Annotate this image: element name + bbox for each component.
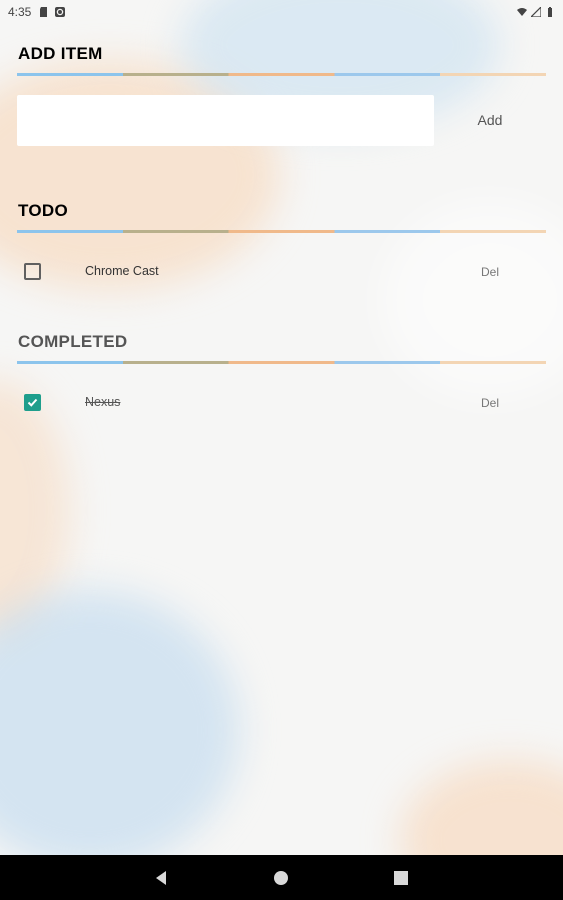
completed-divider xyxy=(17,361,546,364)
wifi-icon xyxy=(517,8,527,16)
todo-item-row: Chrome Cast Del xyxy=(0,251,563,291)
todo-divider xyxy=(17,230,546,233)
todo-checkbox[interactable] xyxy=(24,263,41,280)
todo-item-label: Chrome Cast xyxy=(85,264,159,278)
add-item-divider xyxy=(17,73,546,76)
sync-icon xyxy=(55,7,66,17)
new-item-input[interactable] xyxy=(17,95,434,146)
todo-heading: TODO xyxy=(18,201,69,220)
sd-card-icon xyxy=(40,7,48,17)
completed-heading: COMPLETED xyxy=(18,332,128,351)
completed-item-label: Nexus xyxy=(85,395,121,409)
home-icon[interactable] xyxy=(272,869,290,887)
recents-icon[interactable] xyxy=(392,869,410,887)
back-icon[interactable] xyxy=(152,869,170,887)
checkmark-icon xyxy=(27,398,38,407)
add-button[interactable]: Add xyxy=(460,102,520,138)
add-item-heading: ADD ITEM xyxy=(18,44,103,63)
battery-icon xyxy=(548,7,552,17)
completed-checkbox[interactable] xyxy=(24,394,41,411)
completed-item-row: Nexus Del xyxy=(0,382,563,422)
todo-delete-button[interactable]: Del xyxy=(470,263,510,281)
signal-icon xyxy=(531,7,541,17)
status-bar: 4:35 xyxy=(0,0,563,24)
completed-delete-button[interactable]: Del xyxy=(470,394,510,412)
navigation-bar xyxy=(0,855,563,900)
status-time: 4:35 xyxy=(8,5,32,19)
